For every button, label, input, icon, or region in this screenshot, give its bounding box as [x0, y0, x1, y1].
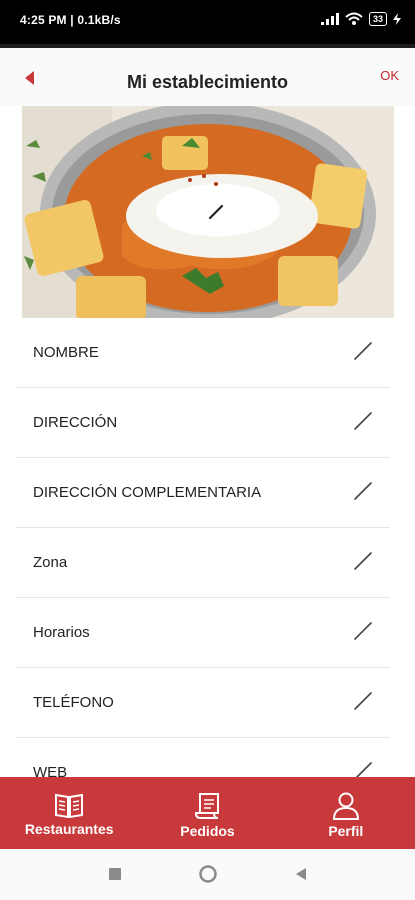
establishment-fields: NOMBRE DIRECCIÓN DIRECCIÓN COMPLEMENTARI… [16, 318, 390, 808]
nav-label: Restaurantes [24, 821, 114, 837]
field-label: DIRECCIÓN [33, 414, 118, 431]
page-title: Mi establecimiento [126, 72, 289, 92]
field-label: NOMBRE [33, 344, 99, 361]
edit-photo-button[interactable] [191, 187, 241, 237]
book-icon [55, 793, 84, 819]
signal-icon [320, 13, 339, 25]
person-icon [332, 792, 359, 820]
nav-label: Pedidos [180, 823, 235, 839]
edit-icon[interactable] [352, 690, 374, 712]
nav-perfil[interactable]: Perfil [277, 777, 415, 849]
status-bar: 4:25 PM | 0.1kB/s 33 [0, 0, 415, 44]
charging-icon [393, 13, 401, 25]
status-time: 4:25 PM | 0.1kB/s [20, 13, 121, 27]
field-label: DIRECCIÓN COMPLEMENTARIA [33, 484, 262, 501]
square-icon[interactable] [108, 867, 122, 881]
field-row-direccion[interactable]: DIRECCIÓN [16, 388, 390, 458]
ok-button[interactable]: OK [380, 68, 399, 83]
field-label: Zona [33, 554, 68, 571]
edit-icon[interactable] [352, 340, 374, 362]
field-label: Horarios [33, 624, 90, 641]
field-row-telefono[interactable]: TELÉFONO [16, 668, 390, 738]
edit-icon[interactable] [352, 410, 374, 432]
nav-label: Perfil [328, 823, 364, 839]
nav-restaurantes[interactable]: Restaurantes [0, 777, 138, 849]
circle-icon[interactable] [199, 865, 217, 883]
app-header: Mi establecimiento OK [0, 48, 415, 106]
field-label: TELÉFONO [33, 694, 114, 711]
nav-pedidos[interactable]: Pedidos [138, 777, 276, 849]
battery-icon: 33 [368, 12, 387, 26]
field-row-zona[interactable]: Zona [16, 528, 390, 598]
edit-icon[interactable] [352, 620, 374, 642]
triangle-back-icon[interactable] [294, 867, 308, 881]
pencil-icon [208, 204, 224, 220]
field-row-nombre[interactable]: NOMBRE [16, 318, 390, 388]
receipt-icon [195, 793, 220, 819]
field-row-horarios[interactable]: Horarios [16, 598, 390, 668]
system-nav-bar [0, 849, 415, 900]
bottom-nav: Restaurantes Pedidos Perfil [0, 777, 415, 849]
edit-icon[interactable] [352, 550, 374, 572]
wifi-icon [345, 12, 363, 25]
status-icons: 33 [320, 12, 401, 26]
edit-icon[interactable] [352, 480, 374, 502]
field-row-direccion-complementaria[interactable]: DIRECCIÓN COMPLEMENTARIA [16, 458, 390, 528]
